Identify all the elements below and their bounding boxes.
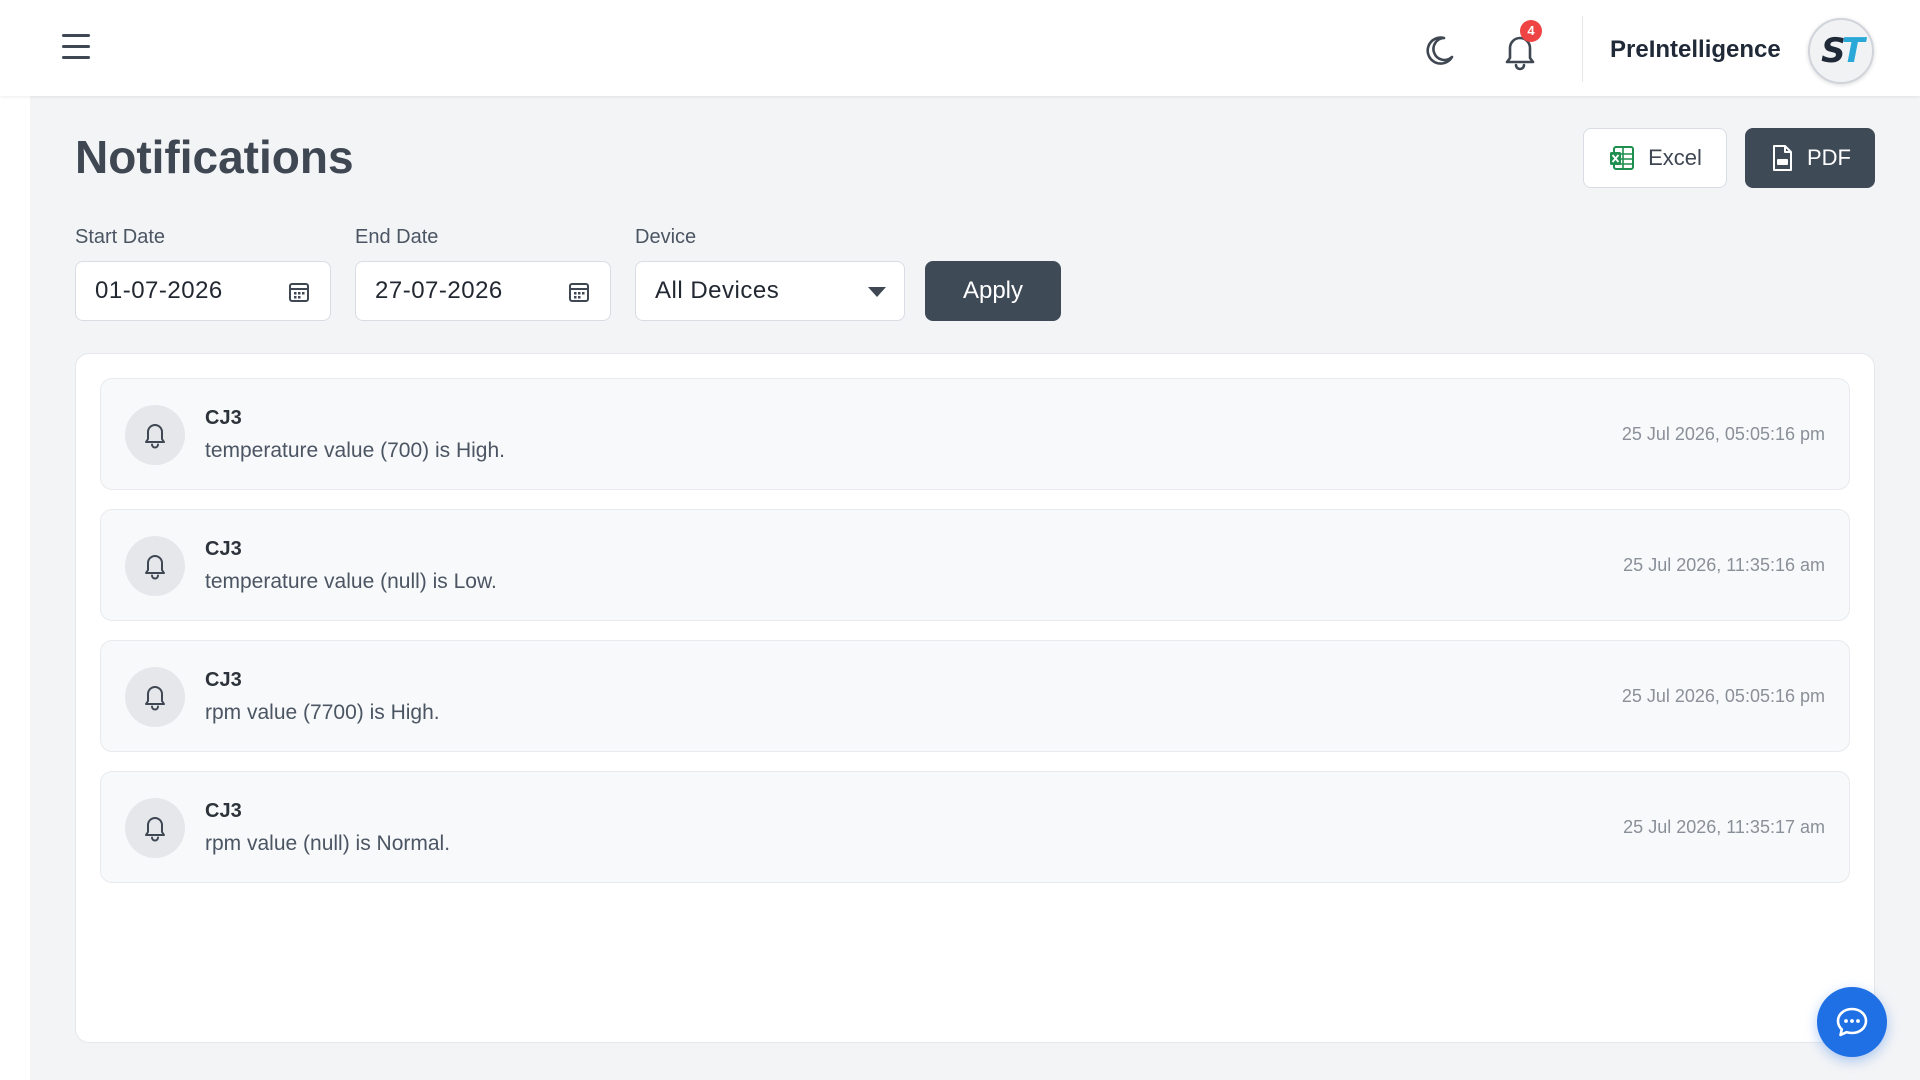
hamburger-menu-icon[interactable] [62,34,98,64]
avatar[interactable]: ST [1808,18,1874,84]
calendar-icon[interactable] [288,281,310,303]
bell-icon [125,667,185,727]
avatar-letter-second: T [1841,31,1865,71]
notification-message: rpm value (7700) is High. [205,701,440,724]
notification-timestamp: 25 Jul 2026, 05:05:16 pm [1621,686,1825,706]
notification-device: CJ3 [205,669,242,691]
moon-icon[interactable] [1420,30,1460,70]
export-pdf-button[interactable]: PDF [1745,128,1875,188]
excel-icon [1610,146,1635,170]
notification-message: rpm value (null) is Normal. [205,832,451,855]
top-bar: 4 PreIntelligence ST [0,0,1920,96]
notification-item[interactable]: CJ3 temperature value (700) is High. 25 … [100,378,1850,490]
pdf-file-icon [1773,145,1792,171]
device-select-value: All Devices [655,277,780,304]
notification-item[interactable]: CJ3 rpm value (null) is Normal. 25 Jul 2… [100,771,1850,883]
export-excel-label: Excel [1648,145,1702,170]
notification-message: temperature value (700) is High. [205,439,505,462]
end-date-value: 27-07-2026 [375,277,503,304]
notifications-list: CJ3 temperature value (700) is High. 25 … [75,353,1875,1043]
notification-message: temperature value (null) is Low. [205,570,497,593]
notification-timestamp: 25 Jul 2026, 05:05:16 pm [1621,424,1825,444]
notification-device: CJ3 [205,407,242,429]
notification-device: CJ3 [205,800,242,822]
page-title: Notifications [75,131,354,183]
main-content: Notifications Excel PDF Start Date 01-07… [30,96,1920,1080]
end-date-label: End Date [355,226,439,248]
avatar-letter-first: S [1821,31,1845,71]
end-date-input[interactable]: 27-07-2026 [355,261,611,321]
bell-icon [125,405,185,465]
export-pdf-label: PDF [1807,145,1851,170]
notification-device: CJ3 [205,538,242,560]
calendar-icon[interactable] [568,281,590,303]
caret-down-icon [868,287,886,297]
start-date-value: 01-07-2026 [95,277,223,304]
brand-name: PreIntelligence [1610,36,1781,63]
apply-button[interactable]: Apply [925,261,1061,321]
notification-timestamp: 25 Jul 2026, 11:35:16 am [1623,555,1825,575]
notification-item[interactable]: CJ3 temperature value (null) is Low. 25 … [100,509,1850,621]
chat-button[interactable] [1817,987,1887,1057]
start-date-input[interactable]: 01-07-2026 [75,261,331,321]
top-bar-divider [1582,16,1583,82]
start-date-label: Start Date [75,226,166,248]
device-label: Device [635,226,697,248]
bell-icon [125,798,185,858]
notifications-button[interactable]: 4 [1498,20,1542,72]
notification-count-badge: 4 [1520,20,1542,42]
notification-item[interactable]: CJ3 rpm value (7700) is High. 25 Jul 202… [100,640,1850,752]
bell-icon [125,536,185,596]
chat-bubble-icon [1836,1007,1868,1037]
export-excel-button[interactable]: Excel [1583,128,1727,188]
device-select[interactable]: All Devices [635,261,905,321]
notification-timestamp: 25 Jul 2026, 11:35:17 am [1623,817,1825,837]
